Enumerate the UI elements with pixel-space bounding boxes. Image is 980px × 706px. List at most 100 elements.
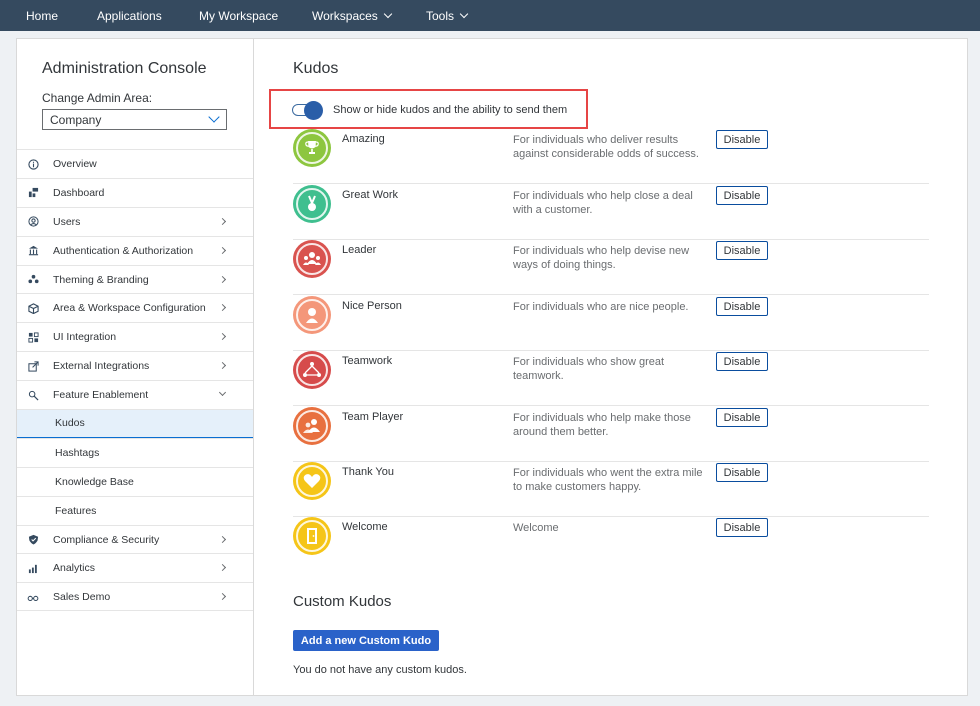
sidebar-item-dashboard[interactable]: Dashboard <box>17 177 253 207</box>
kudo-description: For individuals who help make those arou… <box>513 412 691 438</box>
sidebar-item-theming[interactable]: Theming & Branding <box>17 264 253 294</box>
sidebar-item-area-workspace[interactable]: Area & Workspace Configuration <box>17 293 253 322</box>
trophy-icon <box>293 129 331 167</box>
kudo-row-teamwork: Teamwork For individuals who show great … <box>293 351 929 406</box>
sidebar-item-external-integrations[interactable]: External Integrations <box>17 351 253 380</box>
kudo-name: Teamwork <box>342 355 393 367</box>
door-icon <box>293 517 331 555</box>
chevron-right-icon <box>218 564 227 572</box>
nav-tools-label: Tools <box>426 8 455 23</box>
sidebar-item-label: UI Integration <box>53 331 117 344</box>
kudo-name: Great Work <box>342 189 399 201</box>
chevron-right-icon <box>218 246 227 254</box>
chevron-down-icon <box>459 9 469 18</box>
ui-grid-icon <box>27 331 39 343</box>
kudo-description: For individuals who are nice people. <box>513 301 689 313</box>
cube-icon <box>27 302 39 314</box>
bar-chart-icon <box>27 562 39 574</box>
chevron-down-icon <box>218 389 227 397</box>
nav-my-workspace[interactable]: My Workspace <box>199 0 278 31</box>
kudo-name: Amazing <box>342 133 385 145</box>
sidebar-item-label: Dashboard <box>53 186 105 199</box>
sidebar: Administration Console Change Admin Area… <box>17 39 254 695</box>
sidebar-item-label: Analytics <box>53 562 96 575</box>
sidebar-item-authentication[interactable]: Authentication & Authorization <box>17 235 253 265</box>
sidebar-item-label: Knowledge Base <box>55 475 134 488</box>
nav-workspaces[interactable]: Workspaces <box>312 0 393 31</box>
building-icon <box>27 245 39 257</box>
sidebar-item-sales-demo[interactable]: Sales Demo <box>17 582 253 612</box>
sidebar-item-label: Feature Enablement <box>53 389 149 402</box>
kudo-name: Welcome <box>342 521 388 533</box>
sidebar-item-users[interactable]: Users <box>17 206 253 236</box>
sidebar-item-label: Features <box>55 504 97 517</box>
sidebar-item-compliance[interactable]: Compliance & Security <box>17 524 253 554</box>
change-admin-area-label: Change Admin Area: <box>42 91 153 105</box>
kudo-name: Team Player <box>342 411 404 423</box>
dashboard-icon <box>27 187 39 199</box>
leader-icon <box>293 240 331 278</box>
chevron-right-icon <box>218 275 227 283</box>
kudo-name: Leader <box>342 244 377 256</box>
sidebar-item-knowledge-base[interactable]: Knowledge Base <box>17 466 253 496</box>
chevron-down-icon <box>383 9 393 18</box>
sidebar-item-kudos[interactable]: Kudos <box>17 409 253 438</box>
palette-icon <box>27 274 39 286</box>
admin-area-select[interactable]: Company <box>42 109 227 130</box>
sidebar-item-label: Sales Demo <box>53 590 111 603</box>
kudo-row-leader: Leader For individuals who help devise n… <box>293 240 929 295</box>
sidebar-item-hashtags[interactable]: Hashtags <box>17 437 253 467</box>
sidebar-item-label: Overview <box>53 157 97 170</box>
no-custom-kudos-text: You do not have any custom kudos. <box>293 664 467 676</box>
kudo-description: For individuals who help close a deal wi… <box>513 190 693 216</box>
teamwork-icon <box>293 351 331 389</box>
kudo-row-amazing: Amazing For individuals who deliver resu… <box>293 129 929 184</box>
medal-icon <box>293 185 331 223</box>
nav-applications[interactable]: Applications <box>97 0 162 31</box>
chevron-right-icon <box>218 217 227 225</box>
nav-tools[interactable]: Tools <box>426 0 469 31</box>
disable-button[interactable]: Disable <box>716 297 768 316</box>
external-icon <box>27 360 39 372</box>
chevron-right-icon <box>218 535 227 543</box>
sidebar-item-label: Theming & Branding <box>53 273 149 286</box>
nav-home[interactable]: Home <box>26 0 58 31</box>
sidebar-item-label: External Integrations <box>53 360 150 373</box>
add-custom-kudo-button[interactable]: Add a new Custom Kudo <box>293 630 439 651</box>
glasses-icon <box>27 591 39 603</box>
disable-button[interactable]: Disable <box>716 463 768 482</box>
chevron-down-icon <box>208 111 220 123</box>
disable-button[interactable]: Disable <box>716 408 768 427</box>
custom-kudos-title: Custom Kudos <box>293 593 392 610</box>
sidebar-item-ui-integration[interactable]: UI Integration <box>17 322 253 351</box>
kudo-row-welcome: Welcome Welcome Disable <box>293 517 929 572</box>
kudo-name: Thank You <box>342 466 394 478</box>
sidebar-item-label: Hashtags <box>55 446 100 459</box>
kudos-toggle[interactable] <box>292 101 326 120</box>
disable-button[interactable]: Disable <box>716 186 768 205</box>
sidebar-item-features[interactable]: Features <box>17 495 253 525</box>
chevron-right-icon <box>218 304 227 312</box>
kudos-content: Kudos Show or hide kudos and the ability… <box>254 39 968 695</box>
heart-icon <box>293 462 331 500</box>
team-player-icon <box>293 407 331 445</box>
chevron-right-icon <box>218 333 227 341</box>
kudo-name: Nice Person <box>342 300 402 312</box>
sidebar-item-label: Kudos <box>55 417 85 430</box>
disable-button[interactable]: Disable <box>716 518 768 537</box>
kudo-row-nice-person: Nice Person For individuals who are nice… <box>293 296 929 351</box>
chevron-right-icon <box>218 362 227 370</box>
sidebar-item-overview[interactable]: Overview <box>17 149 253 178</box>
kudo-description: For individuals who went the extra mile … <box>513 467 703 493</box>
kudo-description: For individuals who help devise new ways… <box>513 245 690 271</box>
nav-workspaces-label: Workspaces <box>312 8 378 23</box>
kudo-description: For individuals who deliver results agai… <box>513 134 699 160</box>
sidebar-item-analytics[interactable]: Analytics <box>17 553 253 582</box>
disable-button[interactable]: Disable <box>716 241 768 260</box>
disable-button[interactable]: Disable <box>716 130 768 149</box>
top-nav: Home Applications My Workspace Workspace… <box>0 0 980 31</box>
sidebar-item-feature-enablement[interactable]: Feature Enablement <box>17 380 253 409</box>
disable-button[interactable]: Disable <box>716 352 768 371</box>
toggle-knob <box>304 101 323 120</box>
kudos-toggle-label: Show or hide kudos and the ability to se… <box>333 104 568 116</box>
